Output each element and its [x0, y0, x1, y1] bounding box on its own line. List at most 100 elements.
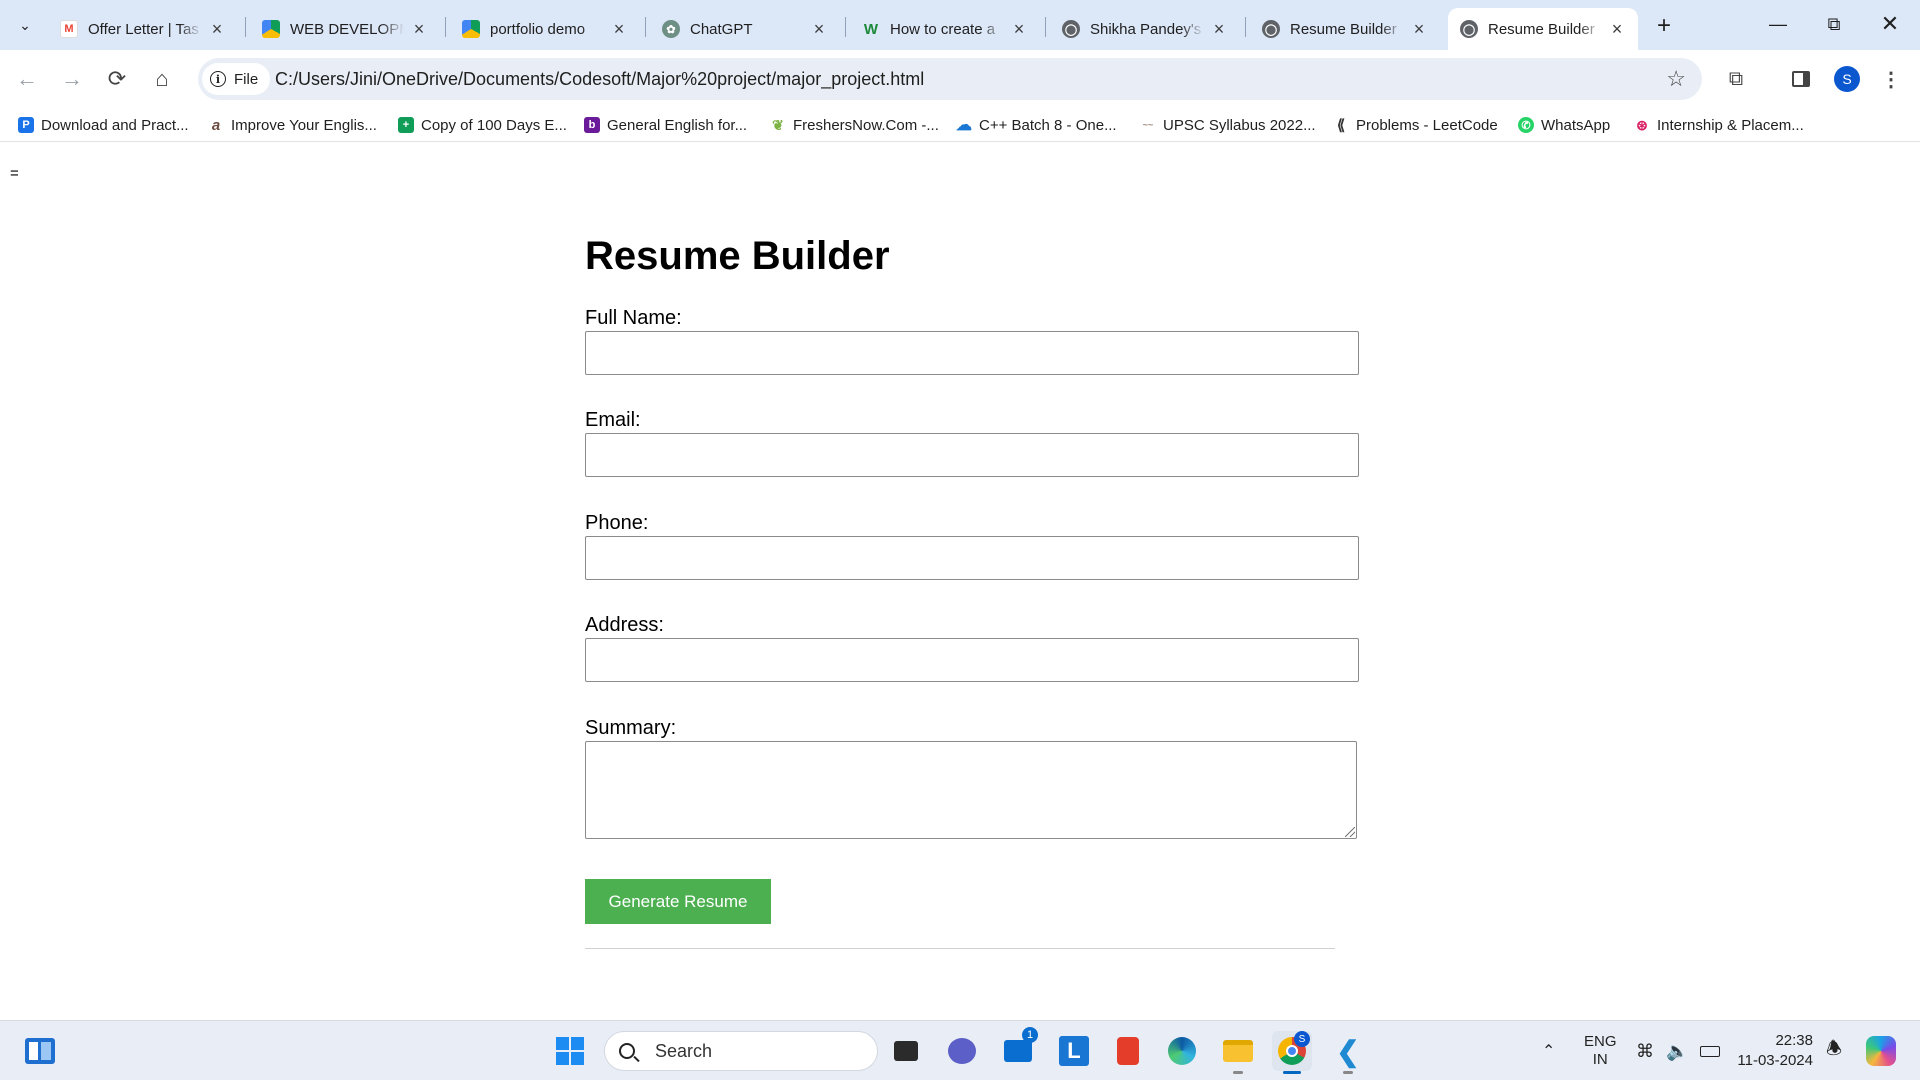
close-icon[interactable]: ×	[1410, 19, 1428, 39]
address-label: Address:	[585, 614, 664, 636]
chatgpt-icon: ✿	[662, 20, 680, 38]
close-icon[interactable]: ×	[208, 19, 226, 39]
office-button[interactable]	[1108, 1031, 1148, 1071]
taskbar: Search 1 L S ❮ ⌃ ENG IN ⌘ 🔈 22:38 11-03-…	[0, 1020, 1920, 1080]
address-input[interactable]	[585, 638, 1359, 682]
teams-button[interactable]	[942, 1031, 982, 1071]
close-icon[interactable]: ×	[1010, 19, 1028, 39]
bookmark-item[interactable]: P Download and Pract...	[18, 113, 189, 137]
page-title: Resume Builder	[585, 234, 890, 278]
home-icon: ⌂	[155, 66, 169, 91]
generate-resume-button[interactable]: Generate Resume	[585, 879, 771, 924]
new-tab-button[interactable]: +	[1650, 12, 1678, 40]
running-indicator	[1283, 1071, 1301, 1074]
tab-how-to-create[interactable]: W How to create a ×	[850, 8, 1040, 50]
cloud-icon: ☁	[956, 117, 972, 134]
l-app-button[interactable]: L	[1054, 1031, 1094, 1071]
bookmark-item[interactable]: ☁ C++ Batch 8 - One...	[956, 113, 1117, 137]
bookmark-item[interactable]: + Copy of 100 Days E...	[398, 113, 567, 137]
bookmark-item[interactable]: ⟪ Problems - LeetCode	[1333, 113, 1498, 137]
file-explorer-button[interactable]	[1218, 1031, 1258, 1071]
extensions-button[interactable]: ⧉	[1719, 62, 1753, 96]
notifications-button[interactable]: 🕭	[1826, 1021, 1842, 1080]
forward-button[interactable]: →	[55, 62, 89, 96]
clock-time: 22:38	[1775, 1032, 1813, 1049]
b-icon: b	[584, 117, 600, 133]
chrome-button[interactable]: S	[1272, 1031, 1312, 1071]
phone-input[interactable]	[585, 536, 1359, 580]
edge-button[interactable]	[1162, 1031, 1202, 1071]
restore-button[interactable]: ⧉	[1806, 0, 1862, 48]
tab-divider	[1045, 17, 1046, 37]
reload-icon: ⟳	[107, 66, 127, 91]
bookmark-item[interactable]: ⊛ Internship & Placem...	[1634, 113, 1804, 137]
reload-button[interactable]: ⟳	[100, 62, 134, 96]
bookmark-item[interactable]: ❦ FreshersNow.Com -...	[770, 113, 939, 137]
edge-icon	[1168, 1037, 1196, 1065]
resize-handle-icon[interactable]	[1345, 827, 1355, 837]
language-indicator[interactable]: ENG IN	[1584, 1021, 1617, 1080]
summary-textarea[interactable]	[585, 741, 1357, 839]
vscode-button[interactable]: ❮	[1328, 1031, 1368, 1071]
l-app-icon: L	[1059, 1036, 1089, 1066]
widgets-button[interactable]	[20, 1031, 60, 1071]
bookmark-label: WhatsApp	[1541, 116, 1611, 134]
email-input[interactable]	[585, 433, 1359, 477]
clock-date: 11-03-2024	[1737, 1052, 1813, 1069]
close-icon[interactable]: ×	[1608, 19, 1626, 39]
home-button[interactable]: ⌂	[145, 62, 179, 96]
system-tray-status[interactable]: ⌘ 🔈	[1636, 1021, 1721, 1080]
bookmark-item[interactable]: ✆ WhatsApp	[1518, 113, 1610, 137]
close-icon[interactable]: ×	[610, 19, 628, 39]
site-info-chip[interactable]: i File	[202, 63, 271, 95]
browser-toolbar: ← → ⟳ ⌂ i File C:/Users/Jini/OneDrive/Do…	[0, 50, 1920, 108]
minimize-button[interactable]: —	[1750, 0, 1806, 48]
close-icon[interactable]: ×	[810, 19, 828, 39]
close-window-button[interactable]: ✕	[1862, 0, 1918, 48]
w-icon: W	[863, 20, 879, 38]
start-button[interactable]	[550, 1031, 590, 1071]
back-button[interactable]: ←	[10, 62, 44, 96]
tab-divider	[245, 17, 246, 37]
taskbar-search[interactable]: Search	[604, 1031, 878, 1071]
folder-icon	[1223, 1040, 1253, 1062]
address-bar[interactable]: i File C:/Users/Jini/OneDrive/Documents/…	[198, 58, 1702, 100]
bookmark-label: Improve Your Englis...	[231, 116, 377, 134]
bookmark-item[interactable]: b General English for...	[584, 113, 747, 137]
tab-web-development[interactable]: WEB DEVELOPM ×	[250, 8, 440, 50]
tab-offer-letter[interactable]: M Offer Letter | Tas ×	[48, 8, 238, 50]
tab-title: Offer Letter | Tas	[88, 20, 199, 38]
full-name-input[interactable]	[585, 331, 1359, 375]
tab-search-button[interactable]: ⌄	[10, 11, 40, 39]
show-hidden-icons[interactable]: ⌃	[1542, 1021, 1555, 1080]
tab-divider	[645, 17, 646, 37]
mail-button[interactable]: 1	[998, 1027, 1038, 1071]
chat-icon	[948, 1038, 976, 1064]
side-panel-button[interactable]	[1784, 62, 1818, 96]
tab-shikha-pandey[interactable]: ◯ Shikha Pandey's ×	[1050, 8, 1240, 50]
copilot-button[interactable]	[1866, 1021, 1896, 1080]
bookmark-item[interactable]: a Improve Your Englis...	[208, 113, 377, 137]
close-icon[interactable]: ×	[1210, 19, 1228, 39]
profile-avatar[interactable]: S	[1834, 66, 1860, 92]
mail-icon	[1004, 1040, 1032, 1062]
url-text[interactable]: C:/Users/Jini/OneDrive/Documents/Codesof…	[275, 69, 924, 90]
globe-icon: ◯	[1062, 20, 1080, 38]
menu-button[interactable]: ⋮	[1874, 62, 1908, 96]
bookmark-item[interactable]: ~~ UPSC Syllabus 2022...	[1140, 113, 1316, 137]
sheets-icon: +	[398, 117, 414, 133]
tab-title: ChatGPT	[690, 20, 753, 38]
search-icon	[619, 1043, 635, 1059]
close-icon[interactable]: ×	[410, 19, 428, 39]
tab-resume-builder[interactable]: ◯ Resume Builder ×	[1250, 8, 1440, 50]
tab-portfolio-demo[interactable]: portfolio demo ×	[450, 8, 640, 50]
tab-chatgpt[interactable]: ✿ ChatGPT ×	[650, 8, 840, 50]
bookmark-star-icon[interactable]: ☆	[1666, 66, 1686, 92]
task-view-button[interactable]	[886, 1031, 926, 1071]
tab-resume-builder-active[interactable]: ◯ Resume Builder ×	[1448, 8, 1638, 50]
battery-icon	[1700, 1045, 1721, 1057]
volume-icon: 🔈	[1666, 1040, 1689, 1061]
clock[interactable]: 22:38 11-03-2024	[1735, 1021, 1813, 1080]
info-icon: i	[210, 71, 226, 87]
more-vert-icon: ⋮	[1881, 68, 1901, 91]
